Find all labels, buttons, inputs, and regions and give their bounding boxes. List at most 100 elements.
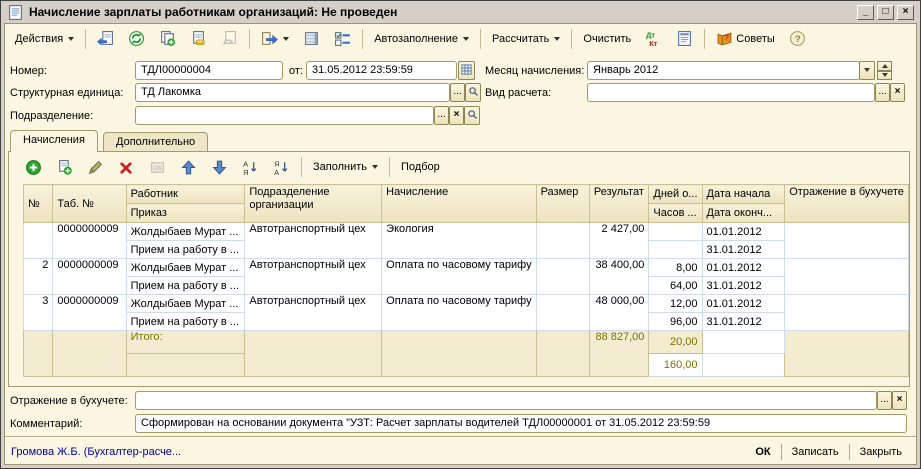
autofill-button[interactable]: Автозаполнение bbox=[368, 29, 475, 49]
goto-button[interactable] bbox=[255, 26, 295, 51]
end-edit-button[interactable]: ОК bbox=[143, 155, 172, 180]
reflection-select-button[interactable]: ... bbox=[877, 391, 892, 410]
month-spinner bbox=[877, 61, 892, 80]
unit-open-button[interactable] bbox=[465, 83, 481, 102]
cell-date-end[interactable]: 31.01.2012 bbox=[702, 313, 785, 331]
comment-input[interactable]: Сформирован на основании документа "УЗТ:… bbox=[135, 414, 907, 433]
move-up-button[interactable] bbox=[174, 155, 203, 180]
cell-date-end[interactable]: 31.01.2012 bbox=[702, 241, 785, 259]
cell-days[interactable]: 12,00 bbox=[649, 295, 702, 313]
department-clear-button[interactable]: × bbox=[449, 106, 464, 125]
help-button[interactable]: ? bbox=[783, 26, 812, 51]
cell-order[interactable]: Прием на работу в ... bbox=[126, 241, 245, 259]
cell-date-end[interactable]: 31.01.2012 bbox=[702, 277, 785, 295]
cell-result[interactable]: 38 400,00 bbox=[589, 259, 649, 295]
settings-button[interactable] bbox=[328, 26, 357, 51]
tips-button[interactable]: ? Советы bbox=[710, 26, 780, 51]
cell-num[interactable]: 1 bbox=[24, 223, 53, 259]
report-button[interactable] bbox=[670, 26, 699, 51]
cell-result[interactable]: 2 427,00 bbox=[589, 223, 649, 259]
cell-result[interactable]: 48 000,00 bbox=[589, 295, 649, 331]
department-open-button[interactable] bbox=[464, 106, 480, 125]
comment-label: Комментарий: bbox=[10, 418, 82, 430]
cell-tab-num[interactable]: 0000000009 bbox=[53, 259, 126, 295]
sort-desc-button[interactable]: ЯА bbox=[267, 155, 296, 180]
calc-kind-input[interactable] bbox=[587, 83, 875, 102]
cell-accrual[interactable]: Оплата по часовому тарифу bbox=[382, 259, 536, 295]
tab-additional[interactable]: Дополнительно bbox=[103, 132, 208, 152]
unit-select-button[interactable]: ... bbox=[450, 83, 465, 102]
cell-order[interactable]: Прием на работу в ... bbox=[126, 277, 245, 295]
delete-row-button[interactable] bbox=[112, 155, 141, 180]
spin-up-button[interactable] bbox=[877, 61, 892, 71]
dtkt-button[interactable]: ДтКт bbox=[639, 26, 668, 51]
structure-button[interactable] bbox=[297, 26, 326, 51]
cell-reflection[interactable] bbox=[785, 259, 909, 295]
sort-asc-button[interactable]: АЯ bbox=[236, 155, 265, 180]
cell-tab-num[interactable]: 0000000009 bbox=[53, 295, 126, 331]
save-document-button[interactable] bbox=[91, 26, 120, 51]
department-input[interactable] bbox=[135, 106, 434, 125]
cell-days[interactable] bbox=[649, 223, 702, 241]
maximize-button[interactable]: □ bbox=[877, 5, 894, 20]
calc-kind-clear-button[interactable]: × bbox=[890, 83, 905, 102]
tab-accruals[interactable]: Начисления bbox=[10, 130, 98, 152]
cell-hours[interactable] bbox=[649, 241, 702, 259]
pick-button[interactable]: Подбор bbox=[395, 157, 446, 177]
reflection-input[interactable] bbox=[135, 391, 877, 410]
cell-date-start[interactable]: 01.01.2012 bbox=[702, 223, 785, 241]
cell-department[interactable]: Автотранспортный цех bbox=[245, 259, 382, 295]
edit-row-button[interactable] bbox=[81, 155, 110, 180]
date-input[interactable]: 31.05.2012 23:59:59 bbox=[306, 61, 457, 80]
number-input[interactable]: ТДЛ00000004 bbox=[135, 61, 283, 80]
cell-date-start[interactable]: 01.01.2012 bbox=[702, 295, 785, 313]
cell-order[interactable]: Прием на работу в ... bbox=[126, 313, 245, 331]
cell-num[interactable]: 3 bbox=[24, 295, 53, 331]
ok-button[interactable]: ОК bbox=[745, 443, 780, 461]
copy-document-button[interactable] bbox=[153, 26, 182, 51]
calculate-button[interactable]: Рассчитать bbox=[486, 29, 566, 49]
write-button[interactable]: Записать bbox=[782, 443, 849, 461]
cell-reflection[interactable] bbox=[785, 295, 909, 331]
cell-size[interactable] bbox=[536, 295, 589, 331]
cell-reflection[interactable] bbox=[785, 223, 909, 259]
clear-button[interactable]: Очистить bbox=[577, 29, 637, 49]
spin-down-button[interactable] bbox=[877, 71, 892, 81]
cell-accrual[interactable]: Оплата по часовому тарифу bbox=[382, 295, 536, 331]
col-department: Подразделение организации bbox=[245, 185, 382, 223]
post-document-button[interactable] bbox=[184, 26, 213, 51]
cell-date-start[interactable]: 01.01.2012 bbox=[702, 259, 785, 277]
month-combo[interactable]: Январь 2012 bbox=[587, 61, 860, 80]
cell-hours[interactable]: 96,00 bbox=[649, 313, 702, 331]
cell-worker[interactable]: Жолдыбаев Мурат ... bbox=[126, 295, 245, 313]
fill-button[interactable]: Заполнить bbox=[307, 157, 384, 177]
cell-department[interactable]: Автотранспортный цех bbox=[245, 223, 382, 259]
copy-row-button[interactable] bbox=[50, 155, 79, 180]
month-dropdown-button[interactable] bbox=[859, 61, 875, 80]
cell-worker[interactable]: Жолдыбаев Мурат ... bbox=[126, 259, 245, 277]
close-form-button[interactable]: Закрыть bbox=[850, 443, 912, 461]
cell-hours[interactable]: 64,00 bbox=[649, 277, 702, 295]
add-row-button[interactable] bbox=[19, 155, 48, 180]
refresh-button[interactable] bbox=[122, 26, 151, 51]
cell-department[interactable]: Автотранспортный цех bbox=[245, 295, 382, 331]
cell-days[interactable]: 8,00 bbox=[649, 259, 702, 277]
calc-kind-select-button[interactable]: ... bbox=[875, 83, 890, 102]
cell-size[interactable] bbox=[536, 223, 589, 259]
reflection-clear-button[interactable]: × bbox=[892, 391, 907, 410]
department-select-button[interactable]: ... bbox=[434, 106, 449, 125]
cell-accrual[interactable]: Экология bbox=[382, 223, 536, 259]
move-down-button[interactable] bbox=[205, 155, 234, 180]
titlebar: Начисление зарплаты работникам организац… bbox=[3, 2, 918, 22]
close-button[interactable]: × bbox=[897, 5, 914, 20]
post-document-icon bbox=[190, 30, 207, 47]
calendar-button[interactable] bbox=[458, 61, 475, 80]
cell-size[interactable] bbox=[536, 259, 589, 295]
cell-num[interactable]: 2 bbox=[24, 259, 53, 295]
unit-input[interactable]: ТД Лакомка bbox=[135, 83, 450, 102]
actions-button[interactable]: Действия bbox=[9, 29, 80, 49]
unpost-document-button[interactable] bbox=[215, 26, 244, 51]
cell-tab-num[interactable]: 0000000009 bbox=[53, 223, 126, 259]
cell-worker[interactable]: Жолдыбаев Мурат ... bbox=[126, 223, 245, 241]
minimize-button[interactable]: _ bbox=[857, 5, 874, 20]
